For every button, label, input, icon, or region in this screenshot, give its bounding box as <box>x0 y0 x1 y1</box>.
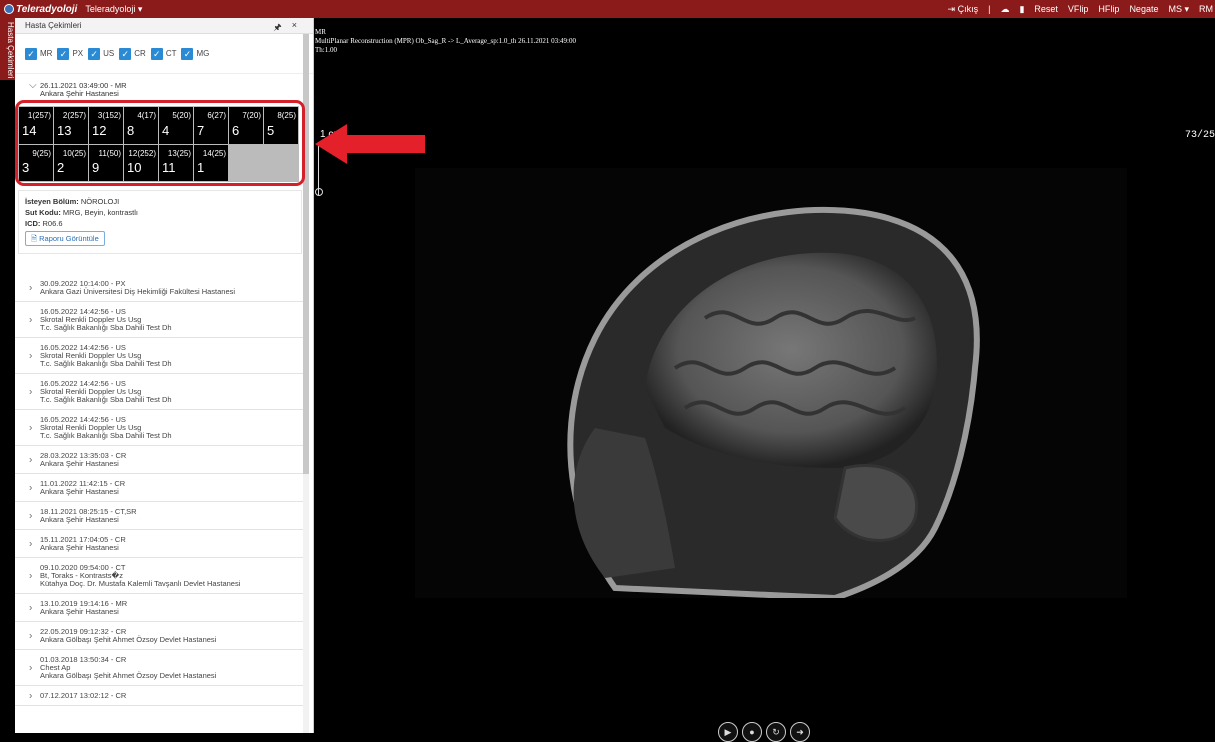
app-menu[interactable]: Teleradyoloji ▾ <box>85 4 142 15</box>
image-viewer[interactable]: MR MultiPlanar Reconstruction (MPR) Ob_S… <box>315 18 1215 742</box>
loop-icon[interactable]: ↻ <box>766 722 786 742</box>
chevron-right-icon: › <box>29 422 33 433</box>
rm-menu[interactable]: RM <box>1199 4 1213 14</box>
chevron-right-icon: › <box>29 662 33 673</box>
modality-filters: ✓ MR ✓ PX ✓ US ✓ CR ✓ CT ✓ MG <box>15 34 313 74</box>
chevron-right-icon: › <box>29 386 33 397</box>
dicom-overlay: MR MultiPlanar Reconstruction (MPR) Ob_S… <box>315 28 576 54</box>
study-item[interactable]: › 22.05.2019 09:12:32 - CR Ankara Gölbaşı … <box>15 622 305 650</box>
study-item[interactable]: › 11.01.2022 11:42:15 - CR Ankara Şehir Ha… <box>15 474 305 502</box>
checkbox-icon: ✓ <box>57 47 70 60</box>
study-item[interactable]: › 18.11.2021 08:25:15 - CT,SR Ankara Şehir… <box>15 502 305 530</box>
panel-header: Hasta Çekimleri 🖈 × <box>15 18 313 34</box>
cerebellum <box>833 463 918 542</box>
cloud-icon[interactable]: ☁ <box>1000 4 1009 15</box>
side-tab-hasta-cekimleri[interactable]: Hasta Çekimleri <box>0 18 15 80</box>
study-info: İsteyen Bölüm: NÖROLOJI Sut Kodu: MRG, B… <box>18 190 302 254</box>
mri-image[interactable] <box>415 168 1127 598</box>
checkbox-icon: ✓ <box>88 47 101 60</box>
chevron-right-icon: › <box>29 570 33 581</box>
study-item[interactable]: › 16.05.2022 14:42:56 - US Skrotal Renkli … <box>15 302 305 338</box>
study-item[interactable]: › 16.05.2022 14:42:56 - US Skrotal Renkli … <box>15 338 305 374</box>
view-report-button[interactable]: 🗎 Raporu Görüntüle <box>25 231 105 246</box>
divider: | <box>988 4 991 14</box>
study-item[interactable]: › 07.12.2017 13:02:12 - CR <box>15 686 305 706</box>
checkbox-icon: ✓ <box>25 47 37 60</box>
chevron-right-icon: › <box>29 690 33 701</box>
scrollbar-thumb[interactable] <box>303 34 309 474</box>
filter-us[interactable]: ✓ US <box>88 47 114 60</box>
hflip-button[interactable]: HFlip <box>1098 4 1119 14</box>
study-list: › 30.09.2022 10:14:00 - PX Ankara Gazi Üni… <box>15 274 305 706</box>
top-bar: Teleradyoloji Teleradyoloji ▾ ⇥ Çıkış | … <box>0 0 1215 18</box>
chevron-right-icon: › <box>29 538 33 549</box>
chevron-right-icon: › <box>29 602 33 613</box>
app-logo[interactable]: Teleradyoloji <box>4 4 77 15</box>
negate-button[interactable]: Negate <box>1129 4 1158 14</box>
chevron-right-icon: › <box>29 630 33 641</box>
file-icon[interactable]: ▮ <box>1019 4 1024 15</box>
filter-cr[interactable]: ✓ CR <box>119 47 146 60</box>
filter-mr[interactable]: ✓ MR <box>25 47 52 60</box>
vflip-button[interactable]: VFlip <box>1068 4 1089 14</box>
checkbox-icon: ✓ <box>181 47 194 60</box>
study-item[interactable]: › 28.03.2022 13:35:03 - CR Ankara Şehir Ha… <box>15 446 305 474</box>
filter-mg[interactable]: ✓ MG <box>181 47 209 60</box>
study-item[interactable]: › 16.05.2022 14:42:56 - US Skrotal Renkli … <box>15 410 305 446</box>
checkbox-icon: ✓ <box>119 47 132 60</box>
chevron-right-icon: › <box>29 482 33 493</box>
chevron-down-icon: ⌵ <box>29 80 37 91</box>
filter-ct[interactable]: ✓ CT <box>150 47 176 60</box>
study-item[interactable]: › 13.10.2019 19:14:16 - MR Ankara Şehir Ha… <box>15 594 305 622</box>
ms-menu[interactable]: MS ▾ <box>1168 4 1189 15</box>
next-icon[interactable]: ➜ <box>790 722 810 742</box>
reset-button[interactable]: Reset <box>1034 4 1058 14</box>
study-item[interactable]: › 15.11.2021 17:04:05 - CR Ankara Şehir Ha… <box>15 530 305 558</box>
red-arrow-icon <box>315 124 425 164</box>
pin-icon[interactable]: 🖈 <box>273 20 281 36</box>
document-icon: 🗎 <box>31 234 38 243</box>
study-item[interactable]: › 30.09.2022 10:14:00 - PX Ankara Gazi Üni… <box>15 274 305 302</box>
chevron-right-icon: › <box>29 282 33 293</box>
filter-px[interactable]: ✓ PX <box>57 47 83 60</box>
study-item[interactable]: › 09.10.2020 09:54:00 - CT Bt, Toraks - Ko… <box>15 558 305 594</box>
chevron-right-icon: › <box>29 350 33 361</box>
stop-icon[interactable]: ● <box>742 722 762 742</box>
logout-button[interactable]: ⇥ Çıkış <box>948 4 979 15</box>
close-icon[interactable]: × <box>292 20 297 36</box>
study-item[interactable]: › 01.03.2018 13:50:34 - CR Chest Ap Ankara … <box>15 650 305 686</box>
checkbox-icon: ✓ <box>150 47 163 60</box>
globe-icon <box>4 4 14 14</box>
study-item[interactable]: › 16.05.2022 14:42:56 - US Skrotal Renkli … <box>15 374 305 410</box>
chevron-right-icon: › <box>29 314 33 325</box>
play-icon[interactable]: ▶ <box>718 722 738 742</box>
playback-controls: ▶ ● ↻ ➜ <box>718 722 810 742</box>
highlight-box <box>15 100 305 186</box>
slice-counter: 73/25 <box>1184 130 1215 141</box>
panel-title: Hasta Çekimleri <box>25 21 82 30</box>
chevron-right-icon: › <box>29 510 33 521</box>
scale-handle[interactable] <box>315 188 323 196</box>
chevron-right-icon: › <box>29 454 33 465</box>
